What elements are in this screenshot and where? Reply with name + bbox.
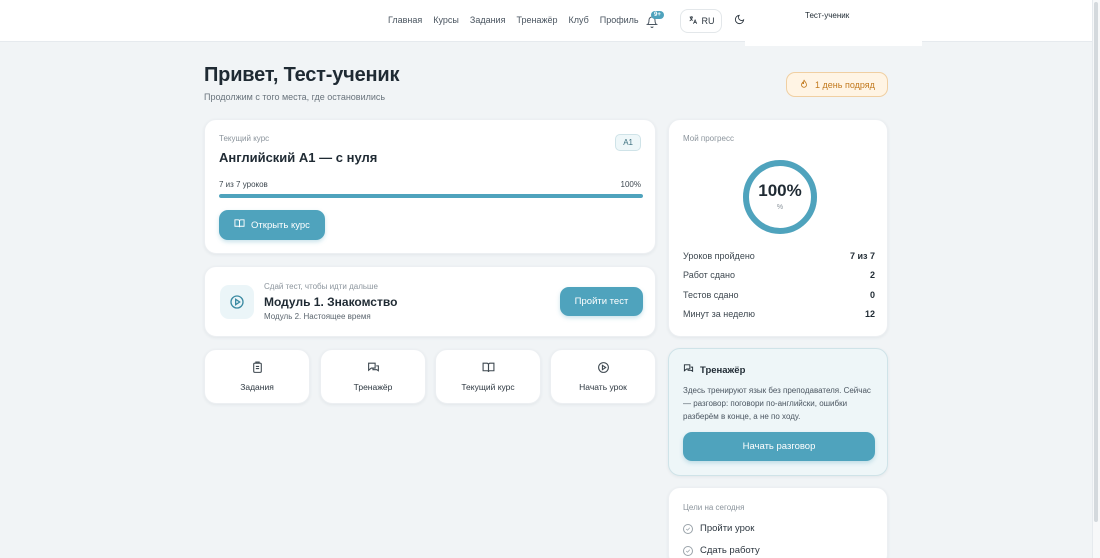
streak-label: 1 день подряд [815, 79, 875, 90]
nav-item-tasks[interactable]: Задания [470, 15, 506, 25]
nav-item-home[interactable]: Главная [388, 15, 422, 25]
tile-label: Текущий курс [461, 382, 515, 392]
stat-label: Тестов сдано [683, 290, 739, 300]
trainer-description: Здесь тренируют язык без преподавателя. … [683, 386, 871, 421]
start-conversation-button[interactable]: Начать разговор [683, 432, 875, 461]
check-circle-icon [683, 545, 693, 556]
trainer-heading: Тренажёр [683, 363, 745, 377]
tile-start-lesson[interactable]: Начать урок [550, 349, 656, 404]
flame-icon [799, 79, 809, 91]
nav-item-profile[interactable]: Профиль [600, 15, 639, 25]
level-badge: A1 [615, 134, 641, 151]
open-course-label: Открыть курс [251, 219, 310, 231]
tile-current-course[interactable]: Текущий курс [435, 349, 541, 404]
stat-label: Минут за неделю [683, 309, 755, 319]
tile-trainer[interactable]: Тренажёр [320, 349, 426, 404]
progress-ring-unit: % [776, 204, 784, 211]
trainer-title: Тренажёр [700, 364, 746, 376]
course-progress-count: 7 из 7 уроков [219, 180, 268, 189]
scrollbar-thumb[interactable] [1094, 2, 1098, 522]
stat-label: Работ сдано [683, 270, 736, 280]
translate-icon [688, 15, 698, 27]
course-title: Английский A1 — с нуля [219, 150, 378, 165]
stat-value: 7 из 7 [849, 251, 875, 261]
notification-badge: 9+ [651, 11, 664, 19]
page-subtitle: Продолжим с того места, где остановились [204, 92, 386, 102]
progress-section-label: Мой прогресс [683, 134, 734, 143]
course-section-label: Текущий курс [219, 134, 270, 143]
goals-section-label: Цели на сегодня [683, 503, 745, 512]
tile-label: Начать урок [579, 382, 627, 392]
tile-label: Тренажёр [353, 382, 393, 392]
open-course-button[interactable]: Открыть курс [219, 210, 325, 240]
clipboard-icon [251, 361, 264, 376]
chat-icon [367, 361, 380, 376]
moon-icon [734, 12, 745, 30]
test-hint: Сдай тест, чтобы идти дальше [264, 282, 378, 291]
goal-label: Пройти урок [700, 523, 755, 534]
goal-item[interactable]: Пройти урок [683, 523, 754, 534]
stat-value: 12 [864, 309, 875, 319]
current-course-card: Текущий курс Английский A1 — с нуля A1 7… [204, 119, 656, 254]
stat-value: 2 [869, 270, 875, 280]
course-progress-bar [219, 194, 643, 198]
stat-works-submitted: Работ сдано 2 [683, 270, 875, 280]
book-icon [482, 361, 495, 376]
language-switcher[interactable]: RU [680, 9, 722, 33]
goal-item[interactable]: Сдать работу [683, 545, 760, 556]
test-card: Сдай тест, чтобы идти дальше Модуль 1. З… [204, 266, 656, 337]
main-nav: Главная Курсы Задания Тренажёр Клуб Проф… [388, 15, 639, 25]
page-title: Привет, Тест-ученик [204, 64, 400, 86]
streak-badge: 1 день подряд [786, 72, 888, 97]
take-test-button[interactable]: Пройти тест [560, 287, 643, 316]
progress-ring-value: 100% [758, 181, 802, 200]
course-progress-percent: 100% [620, 180, 641, 189]
stat-value: 0 [869, 290, 875, 300]
stat-lessons-done: Уроков пройдено 7 из 7 [683, 251, 875, 261]
nav-item-trainer[interactable]: Тренажёр [516, 15, 557, 25]
course-progress-fill [219, 194, 643, 198]
test-next-module: Модуль 2. Настоящее время [264, 312, 371, 321]
stat-minutes-week: Минут за неделю 12 [683, 309, 875, 319]
play-circle-icon [220, 285, 254, 319]
check-circle-icon [683, 523, 693, 534]
daily-goals-card: Цели на сегодня Пройти урок Сдать работу [668, 487, 888, 558]
test-module-title: Модуль 1. Знакомство [264, 295, 398, 309]
chat-icon [683, 363, 694, 377]
user-name[interactable]: Тест-ученик [805, 11, 849, 20]
my-progress-card: Мой прогресс 100% % Уроков пройдено 7 из… [668, 119, 888, 337]
nav-item-courses[interactable]: Курсы [433, 15, 459, 25]
trainer-card: Тренажёр Здесь тренируют язык без препод… [668, 348, 888, 476]
tile-label: Задания [240, 382, 274, 392]
user-menu[interactable] [745, 0, 922, 46]
goal-label: Сдать работу [700, 545, 760, 556]
nav-item-club[interactable]: Клуб [568, 15, 588, 25]
stat-tests-passed: Тестов сдано 0 [683, 290, 875, 300]
language-label: RU [701, 16, 715, 26]
play-circle-icon [597, 361, 610, 376]
tile-tasks[interactable]: Задания [204, 349, 310, 404]
book-open-icon [234, 218, 245, 232]
stat-label: Уроков пройдено [683, 251, 755, 261]
